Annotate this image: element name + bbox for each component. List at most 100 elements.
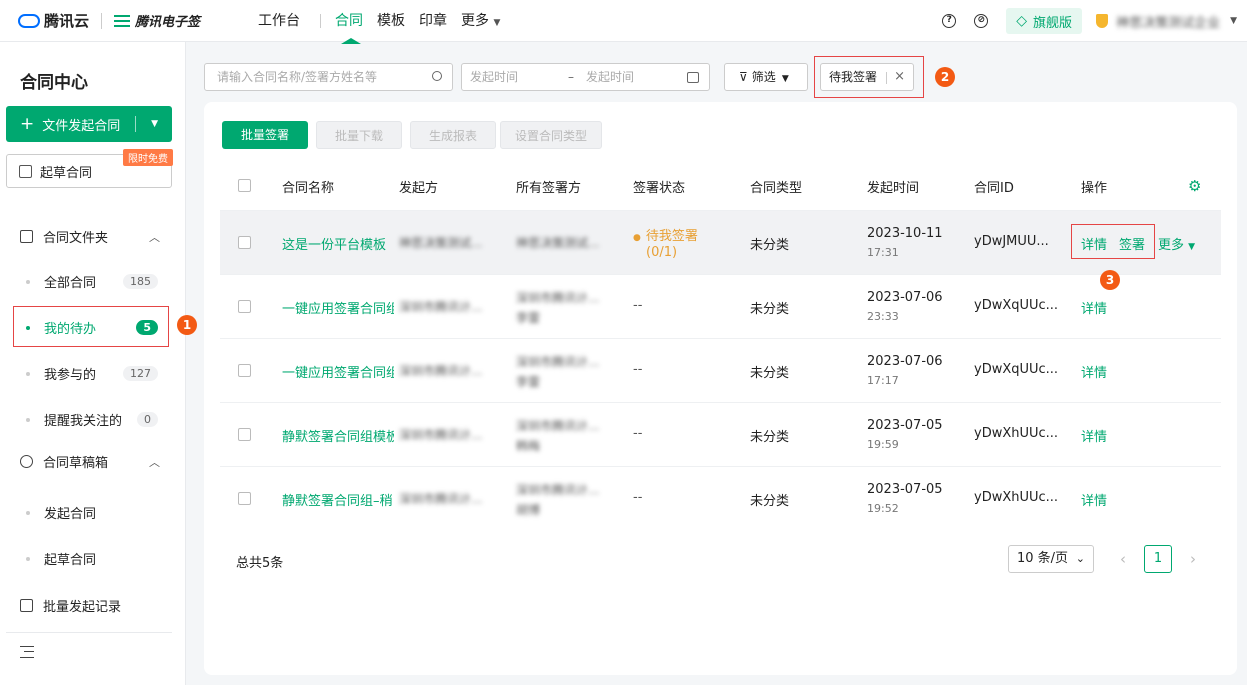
sidebar-item-participated[interactable]: 我参与的 127 [26,364,158,383]
prev-page-button[interactable]: ‹ [1120,550,1126,568]
column-header: 合同类型 [750,180,803,196]
step-marker-1: 1 [177,315,197,335]
count-badge: 0 [137,412,158,427]
table-row[interactable]: 一键应用签署合同组 深圳市腾讯计... 深圳市腾讯计... 李雷 -- 未分类 … [220,274,1221,338]
detail-link[interactable]: 详情 [1081,426,1107,445]
generate-report-button[interactable]: 生成报表 [410,121,496,149]
help-icon[interactable]: ? [942,14,957,28]
nav-templates[interactable]: 模板 [377,0,405,42]
divider [320,13,322,28]
select-all-checkbox[interactable] [238,179,251,192]
date-range-picker[interactable]: 发起时间 – 发起时间 [461,63,710,91]
contract-name-link[interactable]: 一键应用签署合同组 [282,298,394,317]
row-checkbox[interactable] [238,492,251,505]
row-checkbox[interactable] [238,300,251,313]
contract-id: yDwXqUUc... [974,298,1059,313]
detail-link[interactable]: 详情 [1081,362,1107,381]
sidebar-item-all[interactable]: 全部合同 185 [26,272,158,291]
initiator: 深圳市腾讯计... [399,300,483,314]
initiate-date: 2023-10-11 [867,226,943,241]
contract-name-link[interactable]: 静默签署合同组模板 [282,426,394,445]
more-actions-link[interactable]: 更多 ▼ [1158,234,1195,253]
batch-download-button[interactable]: 批量下载 [316,121,402,149]
step-marker-3: 3 [1100,270,1120,290]
initiate-date: 2023-07-06 [867,354,943,369]
link-icon[interactable]: ⊘ [974,14,989,28]
sidebar-item-batch-records[interactable]: 批量发起记录 [20,596,160,615]
date-start[interactable]: 发起时间 [470,64,518,90]
next-page-button[interactable]: › [1190,550,1196,568]
detail-link[interactable]: 详情 [1081,490,1107,509]
table-row[interactable]: 一键应用签署合同组 深圳市腾讯计... 深圳市腾讯计... 李雷 -- 未分类 … [220,338,1221,402]
table-row[interactable]: 静默签署合同组–稍 深圳市腾讯计... 深圳市腾讯计... 胡博 -- 未分类 … [220,466,1221,530]
draft-contract-button[interactable]: 起草合同 限时免费 [6,149,173,188]
row-checkbox[interactable] [238,428,251,441]
initiate-time: 23:33 [867,310,899,323]
shield-icon [1096,14,1109,28]
contract-id: yDwXhUUc... [974,426,1059,441]
search-icon[interactable] [432,71,442,81]
nav-workbench[interactable]: 工作台 [258,0,300,42]
contract-type: 未分类 [750,494,790,509]
column-header: 所有签署方 [516,180,582,196]
edition-badge[interactable]: ◇ 旗舰版 [1006,8,1083,34]
row-checkbox[interactable] [238,364,251,377]
bullet [26,510,30,515]
status-dot: ● [633,233,641,243]
more-actions-label: 更多 [1158,238,1185,253]
contract-name-link[interactable]: 一键应用签署合同组 [282,362,394,381]
count-badge: 185 [123,274,158,289]
nav-seals[interactable]: 印章 [419,0,447,42]
nav-more-label: 更多 [461,12,490,29]
status-badge: ● 待我签署 [633,225,698,244]
create-contract-button[interactable]: + 文件发起合同 ▼ [6,106,172,142]
search-input[interactable]: 请输入合同名称/签署方姓名等 [204,63,453,91]
collapse-menu-icon[interactable] [20,646,34,658]
chevron-down-icon[interactable]: ▼ [151,119,158,129]
sidebar-item-watching[interactable]: 提醒我关注的 0 [26,410,158,429]
table-row[interactable]: 静默签署合同组模板 深圳市腾讯计... 深圳市腾讯计... 韩梅 -- 未分类 … [220,402,1221,466]
contract-name-link[interactable]: 这是一份平台模板 [282,234,386,253]
chevron-down-icon[interactable]: ▼ [1230,16,1237,26]
contract-id: yDwXqUUc... [974,362,1059,377]
esign-logo[interactable]: 腾讯电子签 [114,11,200,30]
nav-more[interactable]: 更多 ▼ [461,0,500,42]
page-number-button[interactable]: 1 [1144,545,1172,573]
sidebar-item-draft-compose[interactable]: 起草合同 [26,549,158,568]
date-separator: – [568,70,574,84]
contract-id: yDwJMUU... [974,234,1049,249]
date-end[interactable]: 发起时间 [586,64,634,90]
main-nav: 工作台 合同 模板 印章 更多 ▼ [258,0,514,44]
initiate-time: 19:52 [867,502,899,515]
signers: 神思决策测试... [516,236,600,250]
page-size-select[interactable]: 10 条/页 ⌄ [1008,545,1094,573]
highlight-box-2 [814,56,924,98]
filter-button[interactable]: ⊽ 筛选 ▼ [724,63,808,91]
detail-link[interactable]: 详情 [1081,298,1107,317]
create-contract-label: 文件发起合同 [42,118,121,134]
sidebar-item-label: 全部合同 [44,276,97,291]
batch-sign-button[interactable]: 批量签署 [222,121,308,149]
company-name[interactable]: 神思决策测试企业 [1116,12,1220,31]
chevron-down-icon: ▼ [493,17,501,28]
folder-group-contracts[interactable]: 合同文件夹 ︿ [20,227,160,246]
column-header: 发起方 [399,180,439,196]
contract-name-link[interactable]: 静默签署合同组–稍 [282,490,394,509]
row-checkbox[interactable] [238,236,251,249]
calendar-icon [687,72,699,83]
cloud-icon [18,13,40,28]
column-header: 合同ID [974,180,1014,196]
edit-icon [19,164,32,178]
contract-type: 未分类 [750,302,790,317]
plus-icon: + [20,114,35,134]
sidebar-item-draft-initiate[interactable]: 发起合同 [26,503,158,522]
set-contract-type-button[interactable]: 设置合同类型 [500,121,602,149]
signers: 胡博 [516,503,541,517]
batch-label: 批量发起记录 [43,600,122,615]
folder-group-drafts[interactable]: 合同草稿箱 ︿ [20,452,160,471]
nav-contracts[interactable]: 合同 [335,0,363,44]
tencent-cloud-logo[interactable]: 腾讯云 [18,10,89,31]
chevron-down-icon: ▼ [781,74,789,84]
gear-icon[interactable]: ⚙ [1188,177,1201,195]
chevron-down-icon: ▼ [1188,242,1196,252]
